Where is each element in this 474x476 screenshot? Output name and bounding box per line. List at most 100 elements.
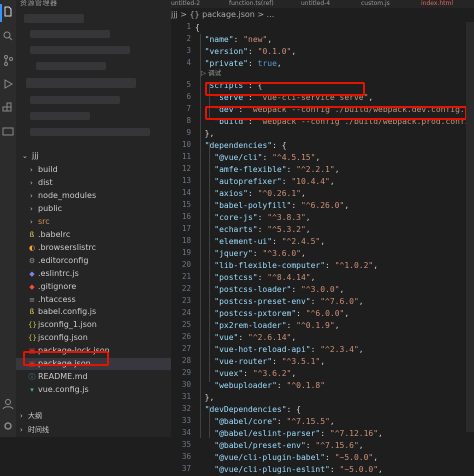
folder-icon: › <box>30 166 33 174</box>
babel-icon: ß <box>29 308 35 317</box>
code-line: "name": "new", <box>204 35 273 44</box>
code-line: "postcss-loader": "^3.0.0", <box>214 285 345 294</box>
line-number: 19 <box>181 248 191 257</box>
code-line: "amfe-flexible": "^2.2.1", <box>214 165 340 174</box>
line-number: 23 <box>181 296 191 305</box>
line-number: 4 <box>186 58 191 67</box>
search-icon[interactable] <box>2 30 14 42</box>
line-number: 12 <box>181 164 191 173</box>
folder-dist[interactable]: › dist <box>16 177 171 189</box>
explorer-title: 资源管理器 <box>20 0 58 7</box>
editor-area: untitled-2 function.ts(ref) untitled-4 c… <box>171 0 474 474</box>
folder-public[interactable]: › public <box>16 203 171 215</box>
line-number: 33 <box>181 416 191 425</box>
file-vue.config.js[interactable]: ▾ vue.config.js <box>16 384 171 396</box>
code-line: }, <box>195 393 215 402</box>
line-number: 30 <box>181 380 191 389</box>
code-line: "webuploader": "^0.1.8" <box>214 381 326 390</box>
line-number: 14 <box>181 188 191 197</box>
blurred-row <box>36 62 106 70</box>
tree-item-label: jsconfig.json <box>38 333 88 343</box>
chevron-right-icon: › <box>20 412 23 420</box>
tree-item-label: vue.config.js <box>38 385 89 395</box>
code-line: "vue-router": "^3.5.1", <box>214 357 326 366</box>
blurred-row <box>30 112 90 120</box>
line-number: 31 <box>181 392 191 401</box>
line-number: 11 <box>181 152 191 161</box>
folder-icon: › <box>30 178 33 187</box>
blurred-row <box>30 46 130 54</box>
chevron-right-icon: › <box>20 426 23 434</box>
file-.browserslistrc[interactable]: ◐ .browserslistrc <box>16 242 171 254</box>
code-line: "axios": "^0.26.1", <box>214 189 306 198</box>
blurred-row <box>26 78 136 88</box>
extensions-icon[interactable] <box>2 102 14 114</box>
tab[interactable]: index.html <box>421 0 453 8</box>
line-number: 24 <box>181 308 191 317</box>
breadcrumb[interactable]: jjj > {} package.json > ... <box>171 10 274 20</box>
tree-item-label: .babelrc <box>38 229 71 239</box>
folder-src[interactable]: › src <box>16 216 171 228</box>
line-number: 37 <box>181 464 191 473</box>
file-.babelrc[interactable]: ß .babelrc <box>16 229 171 241</box>
timeline-section[interactable]: › 时间线 <box>16 424 171 436</box>
indent-guide <box>200 34 201 438</box>
file-README.md[interactable]: ⓘ README.md <box>16 371 171 383</box>
tab[interactable]: function.ts(ref) <box>229 0 274 8</box>
line-number: 13 <box>181 176 191 185</box>
tab[interactable]: untitled-2 <box>171 0 200 8</box>
tab[interactable]: custom.js <box>361 0 390 8</box>
line-number: 29 <box>181 368 191 377</box>
code-line: }, <box>195 129 215 138</box>
source-control-icon[interactable] <box>2 54 14 66</box>
tree-item-label: babel.config.js <box>38 307 97 317</box>
folder-node_modules[interactable]: › node_modules <box>16 190 171 202</box>
gear-icon[interactable] <box>2 420 14 432</box>
line-number: 32 <box>181 404 191 413</box>
tree-item-label: .editorconfig <box>38 255 89 265</box>
git-icon: ◆ <box>29 282 35 291</box>
code-line: "@vue/cli-plugin-babel": "~5.0.0", <box>214 453 379 462</box>
file-.gitignore[interactable]: ◆ .gitignore <box>16 281 171 293</box>
blurred-row <box>30 96 120 104</box>
tree-item-label: .eslintrc.js <box>38 268 79 278</box>
code-line: "version": "0.1.0", <box>204 47 297 56</box>
code-line: "lib-flexible-computer": "^1.0.2", <box>214 261 379 270</box>
tree-item-label: src <box>38 216 50 226</box>
line-number: 34 <box>181 428 191 437</box>
explorer-icon[interactable] <box>2 6 14 18</box>
line-number: 10 <box>181 140 191 149</box>
tab[interactable]: untitled-4 <box>301 0 330 8</box>
file-.editorconfig[interactable]: ⚙ .editorconfig <box>16 255 171 267</box>
tree-item-label: dist <box>38 177 53 187</box>
line-number: 9 <box>186 128 191 137</box>
code-line: "@vue/cli-plugin-eslint": "~5.0.0", <box>214 465 383 474</box>
explorer-sidebar: 资源管理器 ⌄ jjj › build › dist › node_modules › pub… <box>16 0 171 437</box>
activity-bar <box>0 0 16 437</box>
line-number: 2 <box>186 34 191 43</box>
file-babel.config.js[interactable]: ß babel.config.js <box>16 306 171 318</box>
file-jsconfig_1.json[interactable]: {} jsconfig_1.json <box>16 319 171 331</box>
debug-codelens[interactable]: ▷ 调试 <box>201 68 221 78</box>
file-.htaccess[interactable]: ≡ .htaccess <box>16 294 171 306</box>
file-jsconfig.json[interactable]: {} jsconfig.json <box>16 332 171 344</box>
code-line: "postcss-pxtorem": "^6.0.0", <box>214 309 350 318</box>
outline-section[interactable]: › 大纲 <box>16 410 171 422</box>
eslint-icon: ◆ <box>29 269 35 278</box>
line-number: 1 <box>186 22 191 31</box>
project-folder[interactable]: ⌄ jjj <box>16 150 171 162</box>
remote-icon[interactable] <box>2 126 14 138</box>
tree-item-label: .htaccess <box>38 294 76 304</box>
line-number: 16 <box>181 212 191 221</box>
account-icon[interactable] <box>2 398 14 410</box>
line-number: 25 <box>181 320 191 329</box>
line-number: 26 <box>181 332 191 341</box>
line-number: 3 <box>186 46 191 55</box>
highlight-box-build <box>205 106 467 120</box>
folder-build[interactable]: › build <box>16 164 171 176</box>
code-line: "autoprefixer": "10.4.4", <box>214 177 335 186</box>
vertical-scrollbar[interactable] <box>466 22 474 432</box>
info-icon: ⓘ <box>28 373 36 382</box>
run-debug-icon[interactable] <box>2 78 14 90</box>
file-.eslintrc.js[interactable]: ◆ .eslintrc.js <box>16 268 171 280</box>
